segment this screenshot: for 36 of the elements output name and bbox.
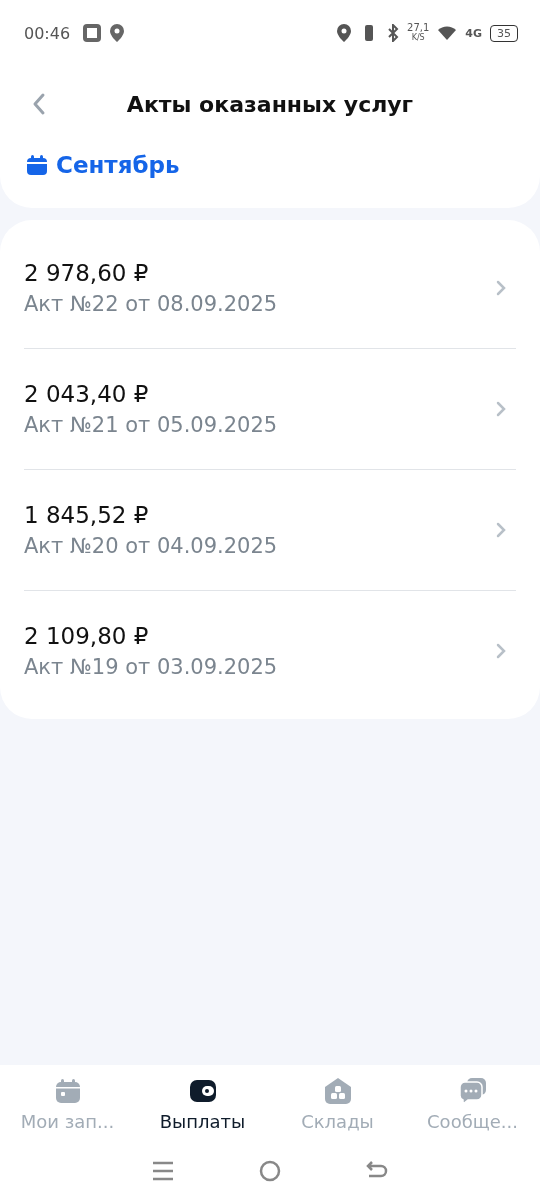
- act-amount: 2 109,80 ₽: [24, 623, 150, 649]
- act-title: Акт №19 от 03.09.2025: [24, 655, 278, 679]
- menu-icon[interactable]: [152, 1161, 175, 1181]
- location-icon: [337, 24, 352, 42]
- page-title: Акты оказанных услуг: [125, 91, 415, 117]
- chevron-right-icon: [496, 522, 506, 538]
- calendar-icon: [53, 1077, 82, 1105]
- act-amount: 1 845,52 ₽: [24, 502, 150, 528]
- clock: 00:46: [24, 23, 71, 43]
- wallet-icon: [188, 1077, 217, 1105]
- act-amount: 2 978,60 ₽: [24, 260, 150, 286]
- act-title: Акт №21 от 05.09.2025: [24, 413, 278, 437]
- bluetooth-icon: [387, 24, 400, 42]
- app-icon: [82, 23, 103, 43]
- act-list-item[interactable]: 2 109,80 ₽ Акт №19 от 03.09.2025: [24, 591, 516, 711]
- act-list-item[interactable]: 2 978,60 ₽ Акт №22 от 08.09.2025: [24, 228, 516, 349]
- act-amount: 2 043,40 ₽: [24, 381, 150, 407]
- wifi-icon: [437, 25, 458, 41]
- chevron-right-icon: [496, 280, 506, 296]
- network-type: 4G: [465, 26, 482, 40]
- battery-indicator: 35: [490, 24, 518, 42]
- month-picker[interactable]: Сентябрь: [26, 152, 180, 178]
- chevron-right-icon: [496, 401, 506, 417]
- location-icon: [110, 24, 125, 42]
- home-icon[interactable]: [259, 1160, 281, 1182]
- act-title: Акт №20 от 04.09.2025: [24, 534, 278, 558]
- chevron-left-icon: [32, 92, 46, 116]
- nav-tab[interactable]: Выплаты: [137, 1077, 268, 1132]
- warehouse-icon: [323, 1077, 352, 1105]
- calendar-icon: [26, 154, 48, 176]
- act-list-item[interactable]: 1 845,52 ₽ Акт №20 от 04.09.2025: [24, 470, 516, 591]
- act-list-item[interactable]: 2 043,40 ₽ Акт №21 от 05.09.2025: [24, 349, 516, 470]
- chat-icon: [458, 1077, 487, 1105]
- act-title: Акт №22 от 08.09.2025: [24, 292, 278, 316]
- network-speed: 27,1 K/S: [407, 23, 430, 43]
- chevron-right-icon: [496, 643, 506, 659]
